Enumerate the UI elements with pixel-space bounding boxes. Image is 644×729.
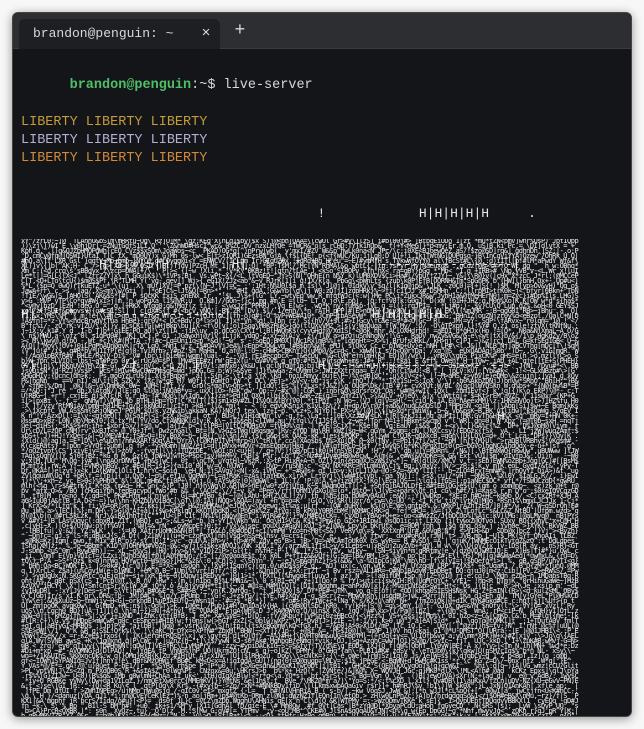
prompt-line: brandon@penguin:~$ live-server [21,59,623,114]
terminal-window: brandon@penguin: ~ × + brandon@penguin:~… [12,12,632,717]
tab-title: brandon@penguin: ~ [33,26,173,41]
terminal-body[interactable]: brandon@penguin:~$ live-server LIBERTY L… [13,49,631,716]
new-tab-button[interactable]: + [224,22,255,40]
ascii-row-1: ! H|H|H|H|H . [21,206,623,223]
garbled-output-text: xY"/zrL0;~]@ TLAnnO&bSlm\mRRtu~Qg\`Rz]O]… [21,239,623,716]
garbled-output-region: xY"/zrL0;~]@ TLAnnO&bSlm\mRRtu~Qg\`Rz]O]… [21,239,623,716]
prompt-user-host: brandon@penguin [70,78,192,93]
titlebar: brandon@penguin: ~ × + [13,13,631,49]
liberty-line-2: LIBERTY LIBERTY LIBERTY [21,132,623,150]
liberty-line-1: LIBERTY LIBERTY LIBERTY [21,114,623,132]
prompt-command: live-server [224,78,313,93]
close-icon[interactable]: × [201,26,210,41]
prompt-path-separator: :~$ [191,78,223,93]
liberty-line-3: LIBERTY LIBERTY LIBERTY [21,150,623,168]
active-tab[interactable]: brandon@penguin: ~ × [19,19,220,49]
